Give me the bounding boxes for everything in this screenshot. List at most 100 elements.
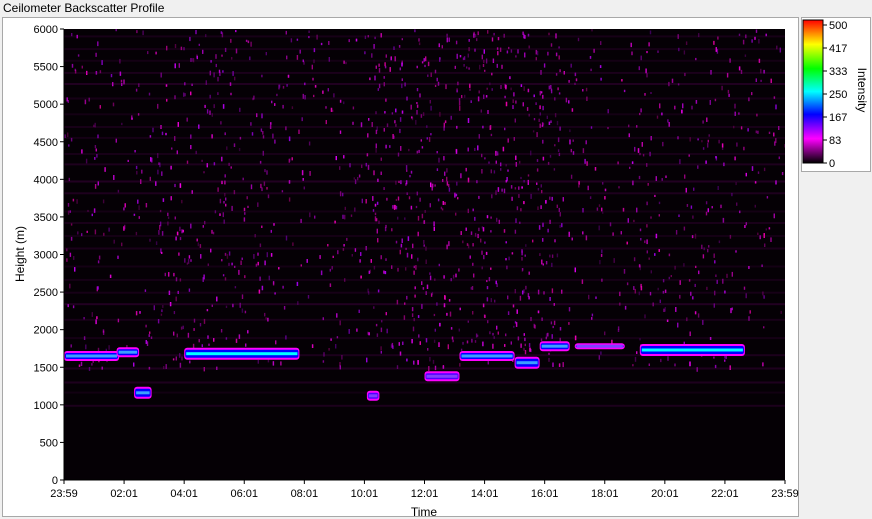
noise-speck (344, 214, 346, 220)
noise-speck (219, 213, 221, 216)
noise-speck (509, 76, 511, 80)
noise-speck (490, 230, 492, 233)
noise-speck (575, 78, 578, 82)
noise-speck (535, 49, 537, 55)
noise-speck (164, 272, 166, 277)
noise-speck (649, 30, 652, 35)
noise-speck (682, 103, 684, 109)
noise-speck (657, 287, 659, 291)
noise-speck (220, 121, 222, 125)
noise-speck (632, 364, 634, 367)
noise-speck (187, 332, 190, 338)
noise-band (64, 59, 785, 62)
x-tick-label: 14:01 (471, 488, 499, 500)
noise-speck (426, 284, 429, 289)
noise-speck (552, 362, 554, 367)
noise-speck (706, 117, 708, 122)
noise-speck (178, 63, 180, 68)
noise-speck (217, 76, 219, 82)
noise-speck (448, 241, 450, 247)
noise-speck (329, 268, 331, 272)
noise-speck (410, 205, 413, 210)
noise-band (64, 247, 785, 250)
noise-speck (418, 42, 421, 46)
noise-speck (460, 173, 462, 179)
noise-speck (145, 324, 147, 328)
noise-speck (540, 91, 543, 94)
noise-speck (95, 52, 97, 57)
noise-speck (429, 203, 431, 208)
noise-speck (270, 253, 273, 257)
noise-speck (417, 215, 420, 221)
noise-speck (459, 363, 461, 367)
noise-speck (530, 193, 532, 199)
noise-speck (556, 204, 558, 208)
noise-speck (173, 311, 176, 315)
noise-speck (478, 227, 480, 232)
noise-speck (230, 38, 232, 43)
noise-speck (420, 139, 422, 142)
noise-speck (335, 156, 337, 161)
noise-speck (545, 261, 548, 265)
noise-speck (259, 243, 262, 248)
noise-speck (526, 107, 529, 111)
noise-speck (679, 294, 681, 299)
noise-speck (521, 257, 523, 261)
noise-speck (176, 231, 179, 236)
noise-speck (424, 64, 426, 68)
noise-speck (165, 132, 167, 136)
noise-speck (481, 250, 483, 255)
noise-speck (274, 139, 276, 144)
noise-speck (372, 196, 374, 201)
noise-speck (350, 214, 353, 217)
noise-speck (222, 274, 225, 277)
noise-speck (497, 51, 499, 56)
noise-speck (314, 215, 316, 219)
noise-speck (501, 188, 503, 192)
noise-speck (496, 217, 498, 222)
noise-speck (444, 295, 446, 300)
noise-speck (262, 131, 264, 135)
noise-speck (465, 227, 467, 231)
noise-speck (569, 129, 571, 133)
noise-speck (441, 45, 443, 49)
noise-speck (479, 64, 481, 70)
noise-speck (222, 212, 224, 218)
noise-speck (633, 286, 635, 290)
noise-speck (221, 259, 223, 262)
noise-speck (328, 348, 330, 351)
noise-speck (476, 38, 478, 42)
noise-speck (346, 237, 348, 241)
noise-speck (449, 311, 452, 317)
noise-speck (173, 272, 175, 277)
noise-band (64, 71, 785, 74)
y-axis-ticks: 0 500 1000 1500 2000 2500 3000 3500 4000 4500 5000… (34, 24, 64, 487)
noise-speck (744, 225, 746, 228)
noise-speck (220, 31, 223, 34)
noise-speck (515, 155, 517, 160)
noise-speck (124, 224, 126, 230)
noise-speck (440, 206, 443, 210)
noise-speck (658, 201, 661, 205)
noise-speck (392, 205, 394, 209)
noise-speck (780, 310, 782, 314)
noise-speck (159, 225, 161, 230)
noise-speck (665, 175, 667, 178)
noise-speck (374, 203, 377, 207)
noise-speck (186, 262, 189, 265)
noise-speck (299, 49, 301, 54)
noise-speck (448, 37, 450, 42)
cloud-layer-peak (368, 394, 378, 398)
x-tick-label: 23:59 (771, 488, 799, 500)
noise-speck (80, 361, 83, 366)
noise-speck (766, 196, 769, 199)
noise-speck (485, 251, 488, 255)
noise-speck (491, 194, 493, 199)
noise-speck (758, 38, 760, 44)
noise-speck (242, 177, 244, 181)
noise-speck (161, 171, 163, 176)
noise-speck (312, 77, 314, 81)
noise-speck (429, 272, 431, 275)
noise-speck (397, 267, 399, 272)
y-tick-label: 1000 (34, 400, 58, 412)
